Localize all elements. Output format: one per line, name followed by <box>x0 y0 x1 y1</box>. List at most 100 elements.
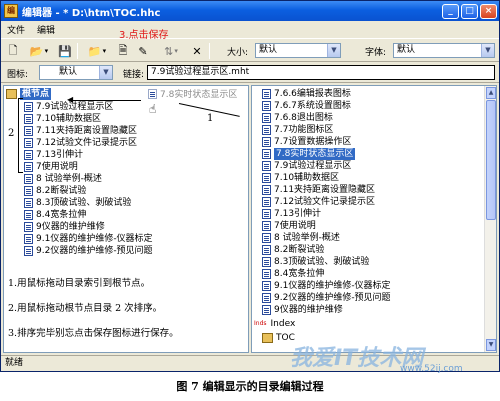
list-item[interactable]: 7.11夹持距离设置隐藏区 <box>24 125 137 137</box>
annotation-1: 1 <box>207 113 214 124</box>
list-item[interactable]: 8.4宽条拉伸 <box>262 268 324 280</box>
instruction-2: 2.用鼠标拖动根节点目录 2 次排序。 <box>8 303 163 314</box>
page-icon <box>262 101 271 111</box>
list-item[interactable]: 7.13引伸计 <box>262 208 321 220</box>
list-item[interactable]: 9.1仪器的维护维修-仪器标定 <box>24 233 153 245</box>
book-icon <box>262 333 273 343</box>
list-item[interactable]: 8 试验举例-概述 <box>24 173 102 185</box>
scroll-thumb[interactable] <box>486 100 496 220</box>
folder-add-icon[interactable]: 📁 <box>85 43 109 59</box>
page-icon <box>262 185 271 195</box>
list-item[interactable]: 9.1仪器的维护维修-仪器标定 <box>262 280 391 292</box>
sort-icon[interactable]: ⇅ <box>159 43 183 59</box>
list-item[interactable]: 9.2仪器的维护维修-预见问题 <box>24 245 153 257</box>
list-item[interactable]: 8 试验举例-概述 <box>262 232 340 244</box>
scroll-down-icon[interactable]: ▼ <box>486 339 496 351</box>
list-item[interactable]: 9.2仪器的维护维修-预见问题 <box>262 292 391 304</box>
page-icon <box>262 293 271 303</box>
menu-edit[interactable]: 编辑 <box>31 23 61 36</box>
page-icon <box>24 246 33 256</box>
list-item[interactable]: 7使用说明 <box>24 161 78 173</box>
page-icon <box>262 281 271 291</box>
list-item[interactable]: 7.13引伸计 <box>24 149 83 161</box>
page-icon <box>262 233 271 243</box>
right-toc-pane[interactable]: 7.6.6编辑报表图标 7.6.7系统设置图标 7.6.8退出图标 7.7功能图… <box>251 85 497 353</box>
chevron-down-icon: ▼ <box>99 66 112 79</box>
tree-root[interactable]: 根节点 <box>6 88 52 100</box>
app-icon: 编 <box>4 4 18 18</box>
font-label: 字体: <box>365 48 387 58</box>
page-icon <box>24 162 33 172</box>
maximize-button[interactable]: □ <box>461 3 478 19</box>
list-item[interactable]: 8.3顶破试验、剥破试验 <box>262 256 369 268</box>
menu-bar: 文件 编辑 <box>1 21 499 37</box>
page-icon <box>148 88 157 99</box>
icon-label: 图标: <box>7 70 29 80</box>
page-icon <box>262 269 271 279</box>
page-icon <box>262 149 271 159</box>
page-icon <box>24 126 33 136</box>
delete-icon[interactable]: ✕ <box>189 43 205 59</box>
list-item[interactable]: 8.2断裂试验 <box>24 185 86 197</box>
list-item[interactable]: 7.12试验文件记录提示区 <box>262 196 375 208</box>
scroll-up-icon[interactable]: ▲ <box>486 87 496 99</box>
list-item[interactable]: 8.2断裂试验 <box>262 244 324 256</box>
list-item[interactable]: 7.6.7系统设置图标 <box>262 100 351 112</box>
arrow-head-icon: ◀ <box>67 95 74 104</box>
menu-file[interactable]: 文件 <box>1 23 31 36</box>
page-icon <box>262 257 271 267</box>
list-item[interactable]: 9仪器的维护维修 <box>24 221 105 233</box>
right-scrollbar[interactable]: ▲ ▼ <box>484 86 496 352</box>
page-icon <box>24 114 33 124</box>
page-icon <box>262 245 271 255</box>
new-file-icon[interactable]: 🗋 <box>5 43 21 59</box>
list-item[interactable]: 8.3顶破试验、剥破试验 <box>24 197 131 209</box>
edit-pencil-icon[interactable]: ✎ <box>135 43 151 59</box>
size-label: 大小: <box>227 48 249 58</box>
page-icon <box>262 209 271 219</box>
page-icon <box>262 173 271 183</box>
page-icon <box>24 102 33 112</box>
font-select[interactable]: 默认 ▼ <box>393 43 495 58</box>
page-icon <box>24 210 33 220</box>
page-icon <box>262 197 271 207</box>
save-icon[interactable]: 💾 <box>57 43 73 59</box>
icon-select[interactable]: 默认 ▼ <box>39 65 113 80</box>
close-button[interactable]: × <box>480 3 497 19</box>
list-item[interactable]: 7.12试验文件记录提示区 <box>24 137 137 149</box>
page-icon <box>262 137 271 147</box>
main-toolbar: 🗋 📂 💾 📁 🗎 ✎ ⇅ ✕ 大小: 默认▼ 字体: 默认▼ <box>1 38 499 62</box>
instruction-3: 3.排序完毕别忘点击保存图标进行保存。 <box>8 328 179 339</box>
link-label: 链接: <box>123 70 145 80</box>
window-title: 编辑器 - * D:\htm\TOC.hhc <box>22 7 161 19</box>
bracket-line <box>18 98 19 172</box>
list-item[interactable]: 7.11夹持距离设置隐藏区 <box>262 184 375 196</box>
annotation-2: 2 <box>8 128 15 139</box>
list-item[interactable]: 7.6.6编辑报表图标 <box>262 88 351 100</box>
page-icon <box>24 198 33 208</box>
page-icon <box>24 222 33 232</box>
list-item-selected[interactable]: 7.8实时状态显示区 <box>262 148 356 160</box>
index-item[interactable]: Inds Index <box>254 318 295 330</box>
list-item[interactable]: 7.7设置数据操作区 <box>262 136 351 148</box>
instruction-1: 1.用鼠标拖动目录索引到根节点。 <box>8 278 151 289</box>
link-input[interactable]: 7.9试验过程显示区.mht <box>147 65 495 80</box>
list-item[interactable]: 7.7功能图标区 <box>262 124 333 136</box>
list-item[interactable]: 7.6.8退出图标 <box>262 112 333 124</box>
open-folder-icon[interactable]: 📂 <box>27 43 51 59</box>
minimize-button[interactable]: _ <box>442 3 459 19</box>
page-icon <box>24 186 33 196</box>
list-item[interactable]: 8.4宽条拉伸 <box>24 209 86 221</box>
left-toc-pane[interactable]: 根节点 7.9试验过程显示区 7.10辅助数据区 7.11夹持距离设置隐藏区 7… <box>3 85 249 353</box>
list-item[interactable]: 7使用说明 <box>262 220 316 232</box>
list-item[interactable]: 9仪器的维护维修 <box>262 304 343 316</box>
list-item[interactable]: 7.9试验过程显示区 <box>262 160 351 172</box>
list-item[interactable]: 7.10辅助数据区 <box>262 172 339 184</box>
size-select[interactable]: 默认 ▼ <box>255 43 341 58</box>
page-icon <box>262 125 271 135</box>
save-annotation: 3.点击保存 <box>119 30 169 41</box>
add-page-icon[interactable]: 🗎 <box>115 43 131 59</box>
page-icon <box>24 150 33 160</box>
page-icon <box>262 113 271 123</box>
list-item[interactable]: 7.10辅助数据区 <box>24 113 101 125</box>
